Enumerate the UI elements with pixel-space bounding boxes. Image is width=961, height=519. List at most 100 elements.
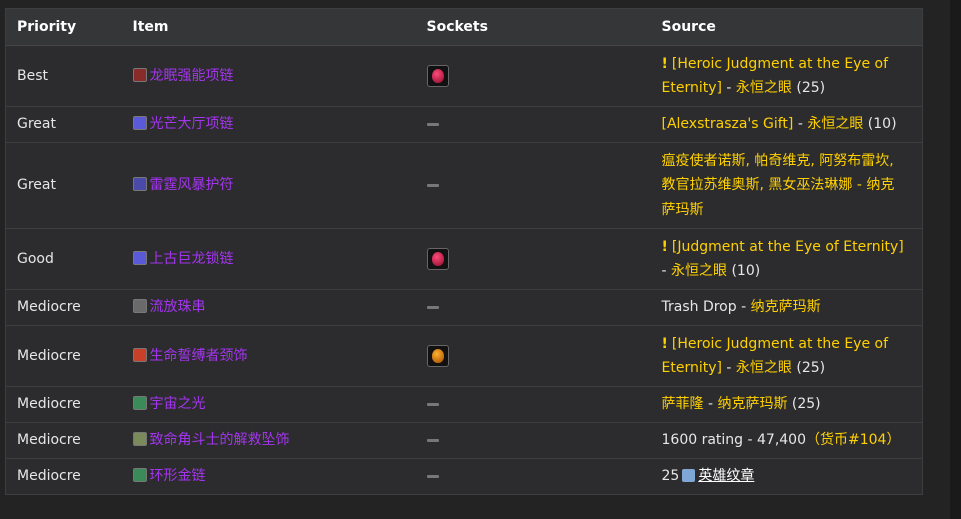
source-extra: (25) — [787, 396, 821, 413]
item-name: 上古巨龙锁链 — [149, 250, 234, 267]
orange-socket-icon — [426, 344, 449, 367]
pendant-icon — [132, 347, 147, 362]
source-separator: - — [721, 360, 736, 376]
item-cell: 上古巨龙锁链 — [121, 228, 416, 290]
zone-link[interactable]: 永恒之眼 — [807, 116, 863, 132]
no-socket-dash — [426, 305, 439, 309]
item-name: 雷霆风暴护符 — [149, 177, 234, 194]
zone-link[interactable]: 永恒之眼 — [671, 263, 727, 279]
sockets-cell — [415, 228, 651, 290]
table-row: Great 光芒大厅项链 [Alexstrasza's Gift] - 永恒之眼… — [5, 106, 923, 143]
page-right-border — [950, 0, 961, 519]
currency-link[interactable]: 英雄纹章 — [698, 468, 754, 484]
item-cell: 致命角斗士的解救坠饰 — [121, 422, 416, 459]
source-separator: - — [736, 299, 751, 316]
zone-link[interactable]: 萨玛斯 — [662, 202, 704, 218]
item-name: 光芒大厅项链 — [149, 116, 234, 133]
priority-cell: Best — [5, 45, 122, 107]
item-link[interactable]: 宇宙之光 — [132, 396, 206, 413]
header-item: Item — [121, 8, 416, 46]
necklace-icon — [132, 67, 147, 82]
header-source: Source — [650, 8, 923, 46]
item-name: 流放珠串 — [149, 299, 206, 316]
table-header-row: Priority Item Sockets Source — [5, 8, 923, 46]
necklace-icon — [132, 116, 147, 131]
priority-cell: Mediocre — [5, 289, 122, 326]
no-socket-dash — [426, 438, 439, 442]
item-link[interactable]: 上古巨龙锁链 — [132, 250, 234, 267]
zone-link[interactable]: 永恒之眼 — [736, 80, 792, 96]
source-extra: (10) — [863, 116, 897, 133]
item-link[interactable]: 龙眠强能项链 — [132, 67, 234, 84]
priority-cell: Mediocre — [5, 325, 122, 387]
source-cell: ! [Heroic Judgment at the Eye of Eternity… — [650, 45, 923, 107]
item-link[interactable]: 环形金链 — [132, 468, 206, 485]
zone-link[interactable]: 永恒之眼 — [736, 360, 792, 376]
zone-link[interactable]: 纳克萨玛斯 — [717, 396, 787, 412]
item-link[interactable]: 生命誓缚者颈饰 — [132, 347, 248, 364]
no-socket-dash — [426, 122, 439, 126]
table-row: Best 龙眠强能项链 ! [Heroic Judgment at the Eye… — [5, 45, 923, 107]
gear-priority-table: Priority Item Sockets Source Best 龙眠强能项链… — [5, 8, 923, 495]
source-cell: Trash Drop - 纳克萨玛斯 — [650, 289, 923, 326]
priority-cell: Great — [5, 142, 122, 229]
no-socket-dash — [426, 183, 439, 187]
header-priority: Priority — [5, 8, 122, 46]
source-extra: (10) — [727, 263, 761, 279]
item-name: 生命誓缚者颈饰 — [149, 347, 248, 364]
item-cell: 生命誓缚者颈饰 — [121, 325, 416, 387]
pendant-icon — [132, 432, 147, 447]
quest-exclamation-icon: ! — [661, 55, 668, 72]
priority-cell: Mediocre — [5, 386, 122, 423]
priority-cell: Mediocre — [5, 422, 122, 459]
boss-list-link[interactable]: 教官拉苏维奥斯, 黑女巫法琳娜 - 纳克 — [662, 177, 895, 193]
table-row: Mediocre 致命角斗士的解救坠饰 1600 rating - 47,400… — [5, 422, 923, 459]
source-cell: 瘟疫使者诺斯, 帕奇维克, 阿努布雷坎, 教官拉苏维奥斯, 黑女巫法琳娜 - 纳克… — [650, 142, 923, 229]
source-separator: - — [703, 396, 718, 413]
zone-link[interactable]: 纳克萨玛斯 — [751, 299, 821, 315]
item-cell: 光芒大厅项链 — [121, 106, 416, 143]
currency-link[interactable]: （货币#104） — [806, 432, 900, 448]
item-link[interactable]: 雷霆风暴护符 — [132, 177, 234, 194]
sockets-cell — [415, 45, 651, 107]
item-name: 环形金链 — [149, 468, 206, 485]
item-link[interactable]: 流放珠串 — [132, 299, 206, 316]
boss-list-link[interactable]: 瘟疫使者诺斯, 帕奇维克, 阿努布雷坎, — [662, 153, 894, 169]
source-cell: 萨菲隆 - 纳克萨玛斯 (25) — [650, 386, 923, 423]
sockets-cell — [415, 422, 651, 459]
item-cell: 雷霆风暴护符 — [121, 142, 416, 229]
no-socket-dash — [426, 474, 439, 478]
source-cell: [Alexstrasza's Gift] - 永恒之眼 (10) — [650, 106, 923, 143]
priority-cell: Great — [5, 106, 122, 143]
table-row: Mediocre 流放珠串 Trash Drop - 纳克萨玛斯 — [5, 289, 923, 326]
quest-link[interactable]: [Judgment at the Eye of Eternity] — [672, 239, 904, 255]
source-separator: - — [721, 80, 736, 96]
item-link[interactable]: 致命角斗士的解救坠饰 — [132, 432, 290, 449]
item-link[interactable]: 光芒大厅项链 — [132, 116, 234, 133]
sockets-cell — [416, 459, 651, 495]
emblem-icon — [682, 469, 696, 483]
source-extra: (25) — [791, 360, 826, 376]
item-name: 致命角斗士的解救坠饰 — [149, 432, 290, 449]
header-sockets: Sockets — [415, 8, 651, 46]
item-name: 龙眠强能项链 — [149, 67, 234, 84]
red-socket-icon — [426, 247, 449, 270]
item-cell: 宇宙之光 — [121, 386, 416, 423]
boss-link[interactable]: 萨菲隆 — [662, 396, 704, 412]
table-row: Great 雷霆风暴护符 瘟疫使者诺斯, 帕奇维克, 阿努布雷坎, 教官拉苏维奥斯… — [5, 142, 923, 229]
chain-icon — [132, 468, 147, 483]
quest-exclamation-icon: ! — [661, 335, 668, 352]
source-plain: 1600 rating - 47,400 — [661, 432, 807, 449]
source-separator: - — [793, 116, 808, 133]
sockets-cell — [415, 289, 651, 326]
orb-icon — [132, 396, 147, 411]
item-name: 宇宙之光 — [149, 396, 206, 413]
beads-icon — [132, 299, 147, 314]
item-cell: 龙眠强能项链 — [121, 45, 416, 107]
priority-cell: Good — [5, 228, 122, 290]
sockets-cell — [415, 142, 651, 229]
sockets-cell — [415, 106, 651, 143]
source-plain: Trash Drop — [661, 299, 737, 316]
sockets-cell — [415, 386, 651, 423]
quest-link[interactable]: [Alexstrasza's Gift] — [662, 116, 794, 132]
